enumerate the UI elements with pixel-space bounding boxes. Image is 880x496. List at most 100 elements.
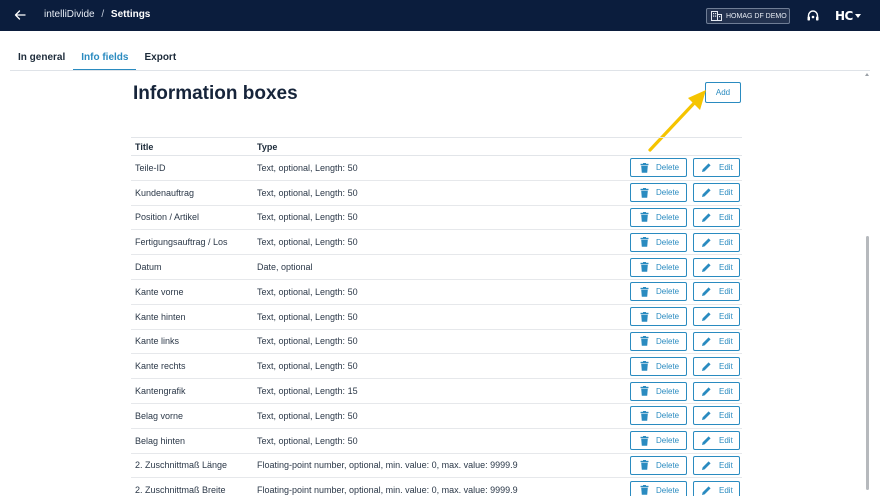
delete-button[interactable]: Delete [630,431,687,451]
edit-label: Edit [719,212,733,222]
edit-label: Edit [719,460,733,470]
pencil-icon [702,311,712,322]
edit-button[interactable]: Edit [693,183,740,203]
row-type: Text, optional, Length: 50 [257,162,358,173]
row-type: Floating-point number, optional, min. va… [257,485,518,496]
pencil-icon [702,460,712,470]
row-title: Kante vorne [135,286,184,297]
edit-button[interactable]: Edit [693,331,740,351]
edit-label: Edit [719,237,733,247]
edit-label: Edit [719,411,733,421]
delete-button[interactable]: Delete [630,257,687,277]
edit-button[interactable]: Edit [693,257,740,277]
table-row: Belag vorne Text, optional, Length: 50 Del… [131,404,742,429]
row-actions: Delete Edit [630,356,742,376]
table-row: Kantengrafik Text, optional, Length: 15 De… [131,379,742,404]
row-title: Teile-ID [135,162,166,173]
delete-button[interactable]: Delete [630,158,687,178]
table-row: Kundenauftrag Text, optional, Length: 50 D… [131,181,742,206]
tab-in-general[interactable]: In general [10,44,73,71]
delete-label: Delete [656,188,680,198]
page-title: Information boxes [133,83,298,104]
scroll-up-arrow[interactable] [865,73,869,76]
user-menu[interactable]: HC [835,9,861,23]
row-type: Text, optional, Length: 50 [257,237,358,248]
delete-button[interactable]: Delete [630,282,687,302]
edit-label: Edit [719,163,733,173]
row-type: Text, optional, Length: 50 [257,410,358,421]
delete-button[interactable]: Delete [630,480,687,496]
edit-button[interactable]: Edit [693,431,740,451]
tab-divider [10,70,870,71]
delete-label: Delete [656,386,680,396]
edit-button[interactable]: Edit [693,480,740,496]
pencil-icon [702,410,712,421]
breadcrumb: intelliDivide / Settings [44,9,150,20]
edit-button[interactable]: Edit [693,406,740,426]
edit-button[interactable]: Edit [693,158,740,178]
company-selector[interactable]: HOMAG DF DEMO [706,8,790,24]
row-title: Position / Artikel [135,212,200,223]
edit-button[interactable]: Edit [693,381,740,401]
row-actions: Delete Edit [630,232,742,252]
delete-label: Delete [656,262,680,272]
row-actions: Delete Edit [630,257,742,277]
row-title: Kantengrafik [135,386,186,397]
delete-button[interactable]: Delete [630,406,687,426]
table-row: Position / Artikel Text, optional, Length… [131,206,742,231]
table-row: 2. Zuschnittmaß Länge Floating-point numb… [131,454,742,479]
delete-button[interactable]: Delete [630,331,687,351]
row-type: Text, optional, Length: 15 [257,386,358,397]
row-actions: Delete Edit [630,455,742,475]
edit-label: Edit [719,262,733,272]
tab-export[interactable]: Export [136,44,184,71]
delete-button[interactable]: Delete [630,183,687,203]
building-icon [711,11,722,21]
trash-icon [640,187,649,198]
trash-icon [640,386,649,396]
row-actions: Delete Edit [630,158,742,178]
table-row: 2. Zuschnittmaß Breite Floating-point num… [131,478,742,496]
delete-button[interactable]: Delete [630,207,687,227]
delete-button[interactable]: Delete [630,307,687,327]
row-actions: Delete Edit [630,331,742,351]
row-title: Kante links [135,336,180,347]
pencil-icon [702,485,712,495]
row-type: Text, optional, Length: 50 [257,286,358,297]
delete-button[interactable]: Delete [630,455,687,475]
edit-button[interactable]: Edit [693,232,740,252]
row-title: Kante hinten [135,311,186,322]
edit-button[interactable]: Edit [693,356,740,376]
table-row: Fertigungsauftrag / Los Text, optional, L… [131,230,742,256]
back-arrow-icon[interactable] [12,7,28,23]
delete-button[interactable]: Delete [630,356,687,376]
pencil-icon [702,162,712,173]
edit-button[interactable]: Edit [693,207,740,227]
row-actions: Delete Edit [630,307,742,327]
row-type: Date, optional [257,262,313,273]
row-title: Datum [135,262,162,273]
delete-label: Delete [656,312,680,322]
edit-label: Edit [719,336,733,346]
edit-button[interactable]: Edit [693,455,740,475]
edit-button[interactable]: Edit [693,307,740,327]
table-row: Kante rechts Text, optional, Length: 50 De… [131,354,742,380]
trash-icon [640,286,649,297]
brand-logo: HC [835,9,853,23]
edit-label: Edit [719,436,733,446]
tab-info-fields[interactable]: Info fields [73,44,137,71]
row-title: 2. Zuschnittmaß Breite [135,485,226,496]
headset-icon[interactable] [806,9,820,23]
edit-button[interactable]: Edit [693,282,740,302]
row-type: Text, optional, Length: 50 [257,187,358,198]
delete-button[interactable]: Delete [630,381,687,401]
delete-button[interactable]: Delete [630,232,687,252]
trash-icon [640,237,649,248]
row-title: Fertigungsauftrag / Los [135,237,228,248]
breadcrumb-app[interactable]: intelliDivide [44,9,95,20]
edit-label: Edit [719,485,733,495]
delete-label: Delete [656,361,680,371]
delete-label: Delete [656,411,680,421]
scrollbar[interactable] [866,236,869,490]
table-header: Title Type [131,137,742,156]
